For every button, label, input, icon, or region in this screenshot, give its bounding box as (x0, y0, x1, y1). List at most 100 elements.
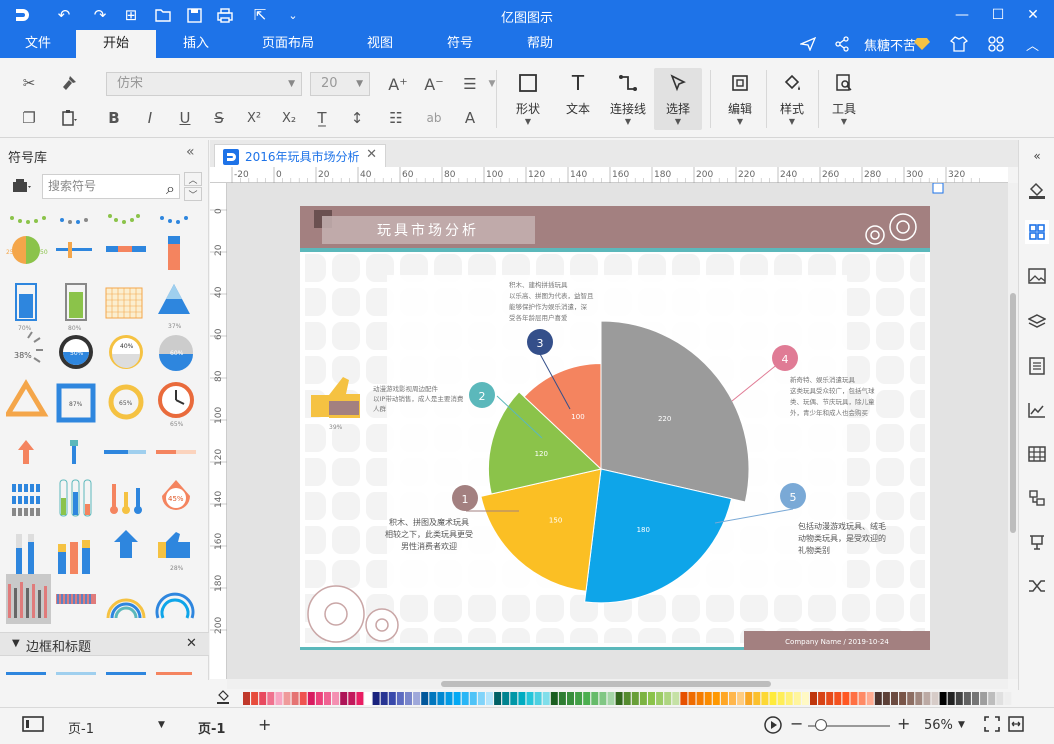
color-swatch[interactable] (591, 692, 599, 705)
decrease-font-icon[interactable]: A⁻ (422, 72, 446, 96)
connector-button[interactable]: 连接线 ▼ (604, 68, 652, 130)
add-page-button[interactable]: + (258, 715, 271, 734)
color-swatch[interactable] (542, 692, 550, 705)
color-swatch[interactable] (631, 692, 639, 705)
image-icon[interactable] (1025, 264, 1049, 288)
color-swatch[interactable] (388, 692, 396, 705)
color-swatch[interactable] (972, 692, 979, 705)
vertical-scroll-thumb[interactable] (1010, 293, 1016, 533)
theme-shirt-icon[interactable] (950, 34, 968, 54)
text-button[interactable]: T 文本 (554, 68, 602, 130)
bold-icon[interactable]: B (102, 106, 126, 130)
color-swatch[interactable] (243, 692, 250, 705)
cut-icon[interactable]: ✂ (17, 71, 41, 95)
border-symbols-row[interactable] (6, 660, 196, 680)
color-palette[interactable] (210, 689, 1018, 707)
search-input[interactable]: 搜索符号 ⌕ (42, 174, 180, 199)
tools-button[interactable]: 工具 ▼ (820, 68, 868, 130)
color-swatch[interactable] (899, 692, 907, 705)
color-swatch[interactable] (486, 692, 493, 705)
color-swatch[interactable] (429, 692, 437, 705)
color-swatch[interactable] (753, 692, 761, 705)
color-swatch[interactable] (923, 692, 931, 705)
color-swatch[interactable] (996, 692, 1004, 705)
color-swatch[interactable] (729, 692, 736, 705)
color-swatch[interactable] (380, 692, 388, 705)
color-swatch[interactable] (818, 692, 826, 705)
library-menu-icon[interactable] (10, 174, 34, 198)
color-swatch[interactable] (315, 692, 323, 705)
color-swatch[interactable] (558, 692, 566, 705)
zoom-in-icon[interactable]: + (897, 714, 910, 733)
line-spacing-icon[interactable]: ↕ (345, 106, 369, 130)
page-list-icon[interactable] (1025, 354, 1049, 378)
shuffle-icon[interactable] (1025, 574, 1049, 598)
color-swatch[interactable] (882, 692, 890, 705)
drawing-canvas[interactable]: 玩具市场分析 Company Name / 2019-10-24 39% 220… (227, 183, 1008, 679)
search-icon[interactable]: ⌕ (166, 177, 175, 200)
format-painter-icon[interactable] (57, 71, 81, 95)
color-swatch[interactable] (340, 692, 348, 705)
close-tab-icon[interactable]: ✕ (366, 147, 377, 162)
color-swatch[interactable] (810, 692, 817, 705)
color-swatch[interactable] (858, 692, 866, 705)
org-structure-icon[interactable] (1025, 486, 1049, 510)
share-icon[interactable] (834, 34, 850, 54)
page-layout-toggle-icon[interactable] (22, 716, 44, 736)
color-swatch[interactable] (988, 692, 996, 705)
color-swatch[interactable] (834, 692, 842, 705)
color-swatch[interactable] (575, 692, 583, 705)
color-swatch[interactable] (356, 692, 364, 705)
color-swatch[interactable] (291, 692, 299, 705)
color-swatch[interactable] (251, 692, 259, 705)
color-swatch[interactable] (396, 692, 404, 705)
color-swatch[interactable] (656, 692, 664, 705)
color-swatch[interactable] (477, 692, 485, 705)
edit-button[interactable]: 编辑 ▼ (716, 68, 764, 130)
tab-view[interactable]: 视图 (356, 30, 404, 58)
horizontal-scroll-thumb[interactable] (441, 681, 771, 687)
tab-file[interactable]: 文件 (10, 30, 66, 58)
color-swatch[interactable] (267, 692, 275, 705)
color-swatch[interactable] (413, 692, 421, 705)
color-swatch[interactable] (599, 692, 607, 705)
color-swatch[interactable] (453, 692, 461, 705)
section-close-icon[interactable]: ✕ (186, 636, 197, 651)
color-swatch[interactable] (615, 692, 623, 705)
bullet-list-icon[interactable]: ☷ (384, 106, 408, 130)
style-button[interactable]: 样式 ▼ (768, 68, 816, 130)
color-swatch[interactable] (639, 692, 647, 705)
color-swatch[interactable] (704, 692, 712, 705)
zoom-chevron-icon[interactable]: ▼ (958, 720, 965, 730)
slide-page[interactable]: 玩具市场分析 Company Name / 2019-10-24 39% 220… (227, 183, 1008, 679)
apps-grid-icon[interactable] (988, 34, 1004, 54)
font-size-select[interactable]: 20 ▼ (310, 72, 370, 96)
color-swatch[interactable] (275, 692, 283, 705)
font-color-icon[interactable]: A (458, 106, 482, 130)
color-swatch[interactable] (648, 692, 655, 705)
section-borders-titles[interactable]: ▼ 边框和标题 ✕ (0, 632, 209, 656)
superscript-icon[interactable]: X² (242, 106, 266, 130)
italic-icon[interactable]: I (138, 106, 162, 130)
color-swatch[interactable] (874, 692, 882, 705)
color-swatch[interactable] (866, 692, 874, 705)
color-swatch[interactable] (469, 692, 477, 705)
color-swatch[interactable] (526, 692, 534, 705)
color-swatch[interactable] (980, 692, 988, 705)
subscript-icon[interactable]: X₂ (277, 106, 301, 130)
color-swatch[interactable] (348, 692, 356, 705)
horizontal-scrollbar[interactable] (227, 679, 1008, 689)
color-swatch[interactable] (688, 692, 696, 705)
layers-icon[interactable] (1025, 310, 1049, 334)
increase-font-icon[interactable]: A⁺ (386, 72, 410, 96)
page-handle[interactable] (932, 183, 944, 194)
page-tab[interactable]: 页-1 (198, 718, 225, 737)
strikethrough-icon[interactable]: S (207, 106, 231, 130)
color-swatch[interactable] (696, 692, 704, 705)
color-swatch[interactable] (607, 692, 615, 705)
font-family-select[interactable]: 仿宋 ▼ (106, 72, 302, 96)
color-swatch[interactable] (445, 692, 453, 705)
table-icon[interactable] (1025, 442, 1049, 466)
color-swatch[interactable] (364, 692, 372, 705)
color-swatch[interactable] (963, 692, 971, 705)
